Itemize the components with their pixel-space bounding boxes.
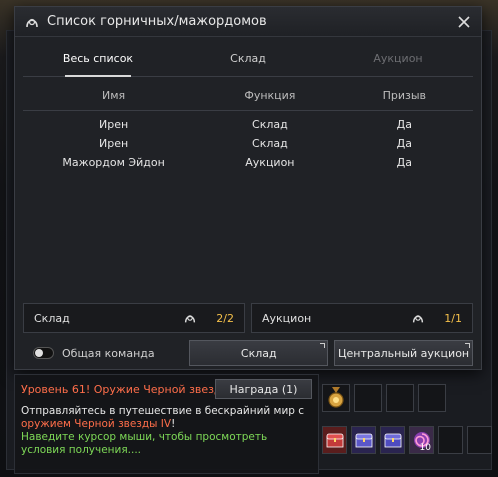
reward-slot[interactable] [438,426,463,454]
filter-tabs: Весь список Склад Аукцион [23,41,473,77]
reward-slot[interactable] [351,426,376,454]
reward-slot[interactable]: 10 [409,426,434,454]
quest-panel: Уровень 61! Оружие Черной звезды ... Наг… [14,374,319,474]
central-auction-button-label: Центральный аукцион [338,346,470,360]
reward-slot[interactable] [322,426,347,454]
reward-slot-row: 10 [322,426,492,454]
column-summon-header: Призыв [382,89,427,102]
expand-corner-icon [464,343,470,348]
reward-button[interactable]: Награда (1) [214,379,312,399]
maid-table: Имя Функция Призыв Ирен Склад Да Ирен Ск… [23,81,473,172]
tab-auction[interactable]: Аукцион [323,41,473,76]
close-icon[interactable] [455,13,473,31]
maid-icon [23,13,41,31]
reward-slot[interactable] [467,426,492,454]
reward-slot[interactable] [354,384,382,412]
expand-corner-icon [320,343,326,348]
action-row: Общая команда Склад Центральный аукцион [23,340,473,366]
quest-highlight: оружием Черной звезды IV [21,418,172,430]
reward-slot[interactable] [380,426,405,454]
table-row[interactable]: Мажордом Эйдон Аукцион Да [23,153,473,172]
quest-title[interactable]: Уровень 61! Оружие Черной звезды ... [21,383,215,396]
column-name-header: Имя [102,89,126,102]
maid-icon [408,311,428,325]
reward-slots: 10 [322,384,492,468]
quest-hint: Наведите курсор мыши, чтобы просмотреть … [21,431,268,456]
row-name: Мажордом Эйдон [62,156,165,169]
storage-capacity-label: Склад [34,311,70,325]
stack-quantity: 10 [419,443,431,453]
row-summon: Да [396,137,412,150]
reward-slot[interactable] [418,384,446,412]
maid-list-window: Список горничных/мажордомов Весь список … [14,6,482,370]
toggle-knob [35,349,43,357]
row-function: Склад [252,118,288,131]
quest-text: Отправляйтесь в путешествие в бескрайний… [21,405,305,417]
reward-slot-row [322,384,492,412]
table-row[interactable]: Ирен Склад Да [23,134,473,153]
window-title: Список горничных/мажордомов [47,14,267,29]
chest-icon [326,433,343,448]
maid-icon [180,311,200,325]
row-summon: Да [396,118,412,131]
row-name: Ирен [99,137,129,150]
quest-header: Уровень 61! Оружие Черной звезды ... Наг… [21,379,312,399]
row-name: Ирен [99,118,129,131]
shared-command-label: Общая команда [62,346,155,360]
table-header: Имя Функция Призыв [23,81,473,111]
chest-icon [355,433,372,448]
central-auction-button[interactable]: Центральный аукцион [334,340,473,366]
row-summon: Да [396,156,412,169]
tab-all[interactable]: Весь список [23,41,173,77]
chest-icon [384,433,401,448]
reward-slot[interactable] [386,384,414,412]
storage-capacity: Склад 2/2 [23,303,245,333]
window-titlebar[interactable]: Список горничных/мажордомов [15,7,481,37]
quest-description: Отправляйтесь в путешествие в бескрайний… [21,405,312,457]
capacity-row: Склад 2/2 Аукцион 1/1 [23,303,473,333]
row-function: Склад [252,137,288,150]
tab-storage[interactable]: Склад [173,41,323,76]
list-area [23,175,473,295]
medal-icon [328,387,344,408]
storage-button[interactable]: Склад [189,340,329,366]
storage-capacity-value: 2/2 [216,311,234,325]
auction-capacity-value: 1/1 [444,311,462,325]
auction-capacity: Аукцион 1/1 [251,303,473,333]
auction-capacity-label: Аукцион [262,311,312,325]
storage-button-label: Склад [240,346,277,360]
reward-slot[interactable] [322,384,350,412]
column-function-header: Функция [244,89,296,102]
quest-text-end: ! [171,418,176,430]
table-row[interactable]: Ирен Склад Да [23,115,473,134]
row-function: Аукцион [245,156,295,169]
shared-command-toggle[interactable] [33,347,54,359]
